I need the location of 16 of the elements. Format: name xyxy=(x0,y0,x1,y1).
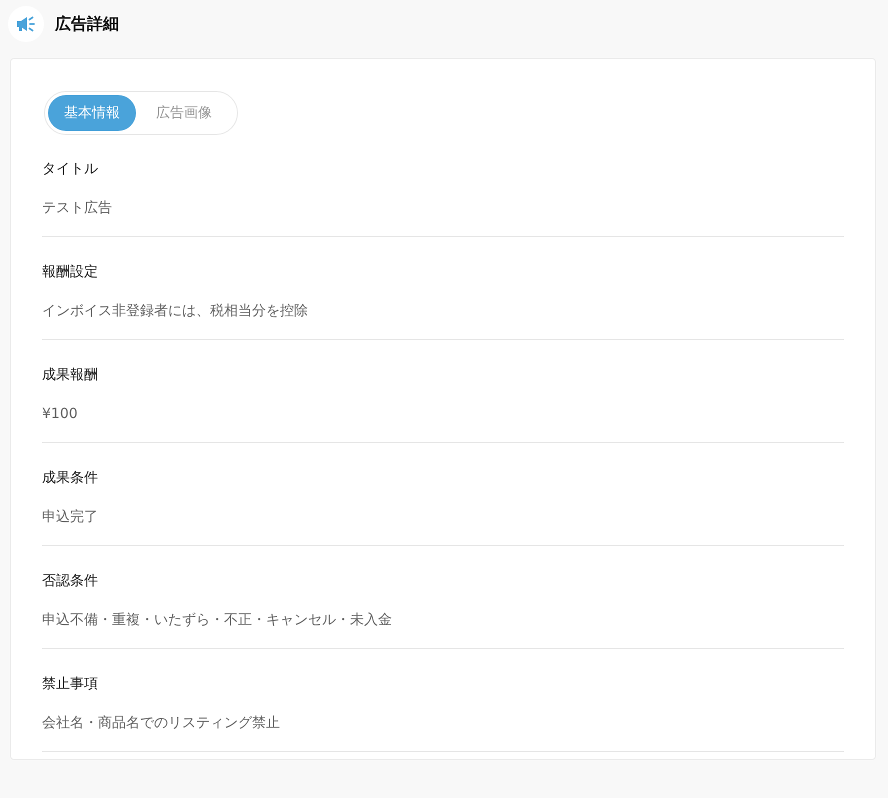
tab[interactable]: 広告画像 xyxy=(140,95,228,131)
megaphone-icon xyxy=(8,6,44,42)
field-label: 否認条件 xyxy=(42,572,99,591)
field-value: 申込不備・重複・いたずら・不正・キャンセル・未入金 xyxy=(42,611,393,630)
field-value: インボイス非登録者には、税相当分を控除 xyxy=(42,302,309,321)
tab[interactable]: 基本情報 xyxy=(48,95,136,131)
field-label: 成果条件 xyxy=(42,469,99,488)
field-value: 申込完了 xyxy=(42,508,99,527)
field-label: タイトル xyxy=(42,160,99,179)
field-value: 会社名・商品名でのリスティング禁止 xyxy=(42,714,281,733)
field-value: ¥100 xyxy=(42,405,79,424)
field-label: 成果報酬 xyxy=(42,366,99,385)
field-label: 報酬設定 xyxy=(42,263,99,282)
field-label: 禁止事項 xyxy=(42,675,99,694)
field-value: テスト広告 xyxy=(42,199,113,218)
page-title: 広告詳細 xyxy=(55,14,119,34)
